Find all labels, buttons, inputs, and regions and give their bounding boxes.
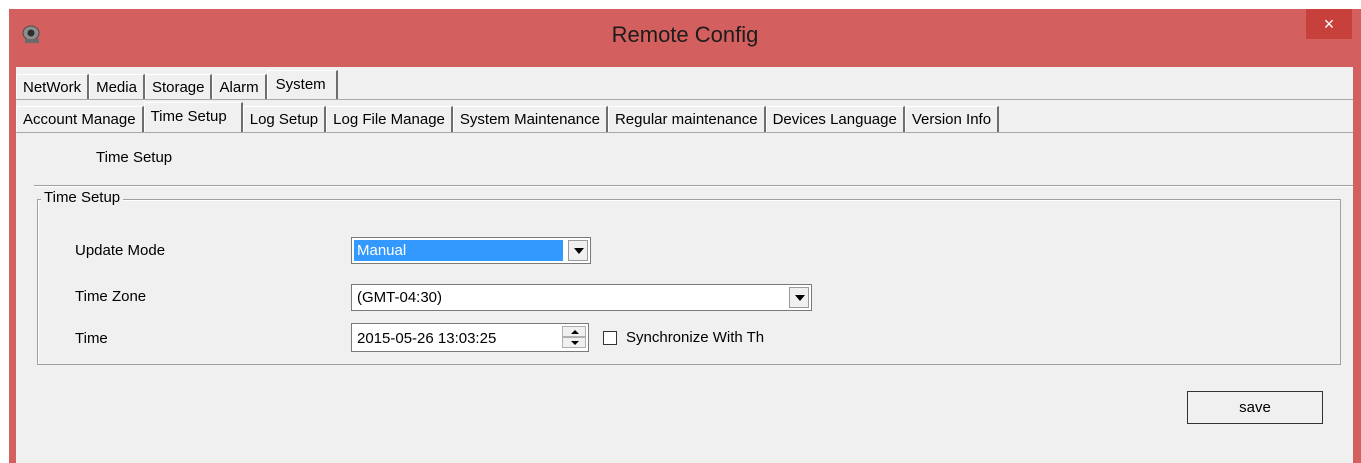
time-zone-value: (GMT-04:30)	[357, 289, 443, 306]
save-button[interactable]: save	[1187, 391, 1323, 424]
chevron-down-icon[interactable]	[568, 240, 588, 261]
chevron-down-icon[interactable]	[789, 287, 809, 308]
update-mode-label: Update Mode	[75, 242, 166, 259]
time-value: 2015-05-26 13:03:25	[357, 330, 497, 347]
tab-log-file-manage[interactable]: Log File Manage	[326, 106, 453, 132]
window-title: Remote Config	[611, 22, 759, 47]
close-button[interactable]: ×	[1306, 9, 1352, 39]
group-title: Time Setup	[41, 189, 124, 206]
divider-highlight	[34, 186, 1353, 187]
update-mode-value: Manual	[354, 240, 563, 261]
tab-time-setup[interactable]: Time Setup	[143, 102, 243, 132]
tab-alarm[interactable]: Alarm	[212, 74, 267, 100]
tab-media[interactable]: Media	[89, 74, 145, 100]
time-label: Time	[75, 330, 108, 347]
time-spinner[interactable]	[562, 326, 586, 348]
sub-tab-strip: Account Manage Time Setup Log Setup Log …	[16, 102, 1353, 133]
update-mode-select[interactable]: Manual	[351, 237, 591, 264]
close-icon: ×	[1323, 14, 1335, 34]
time-zone-select[interactable]: (GMT-04:30)	[351, 284, 812, 311]
tab-system[interactable]: System	[266, 70, 338, 100]
time-setup-group: Time Setup Update Mode Manual Time Zone …	[37, 189, 1341, 365]
section-title: Time Setup	[96, 149, 173, 166]
spin-up-icon[interactable]	[562, 326, 586, 337]
sync-checkbox[interactable]	[603, 331, 617, 345]
title-bar[interactable]: Remote Config ×	[9, 9, 1361, 67]
tab-devices-language[interactable]: Devices Language	[765, 106, 905, 132]
tab-account-manage[interactable]: Account Manage	[16, 106, 144, 132]
tab-storage[interactable]: Storage	[144, 74, 213, 100]
client-area: NetWork Media Storage Alarm System Accou…	[16, 67, 1353, 463]
tab-log-setup[interactable]: Log Setup	[242, 106, 327, 132]
tab-system-maintenance[interactable]: System Maintenance	[452, 106, 608, 132]
sync-label: Synchronize With Th	[626, 329, 765, 346]
tab-divider	[16, 99, 1353, 100]
tab-regular-maintenance[interactable]: Regular maintenance	[607, 106, 766, 132]
spin-down-icon[interactable]	[562, 337, 586, 348]
tab-network[interactable]: NetWork	[16, 74, 90, 100]
time-zone-label: Time Zone	[75, 288, 147, 305]
time-setup-panel: Time Setup Time Setup Update Mode Manual…	[16, 133, 1353, 463]
main-tab-strip: NetWork Media Storage Alarm System	[16, 70, 338, 100]
time-input[interactable]: 2015-05-26 13:03:25	[351, 323, 589, 352]
remote-config-window: Remote Config × NetWork Media Storage Al…	[9, 9, 1361, 463]
tab-version-info[interactable]: Version Info	[904, 106, 1000, 132]
